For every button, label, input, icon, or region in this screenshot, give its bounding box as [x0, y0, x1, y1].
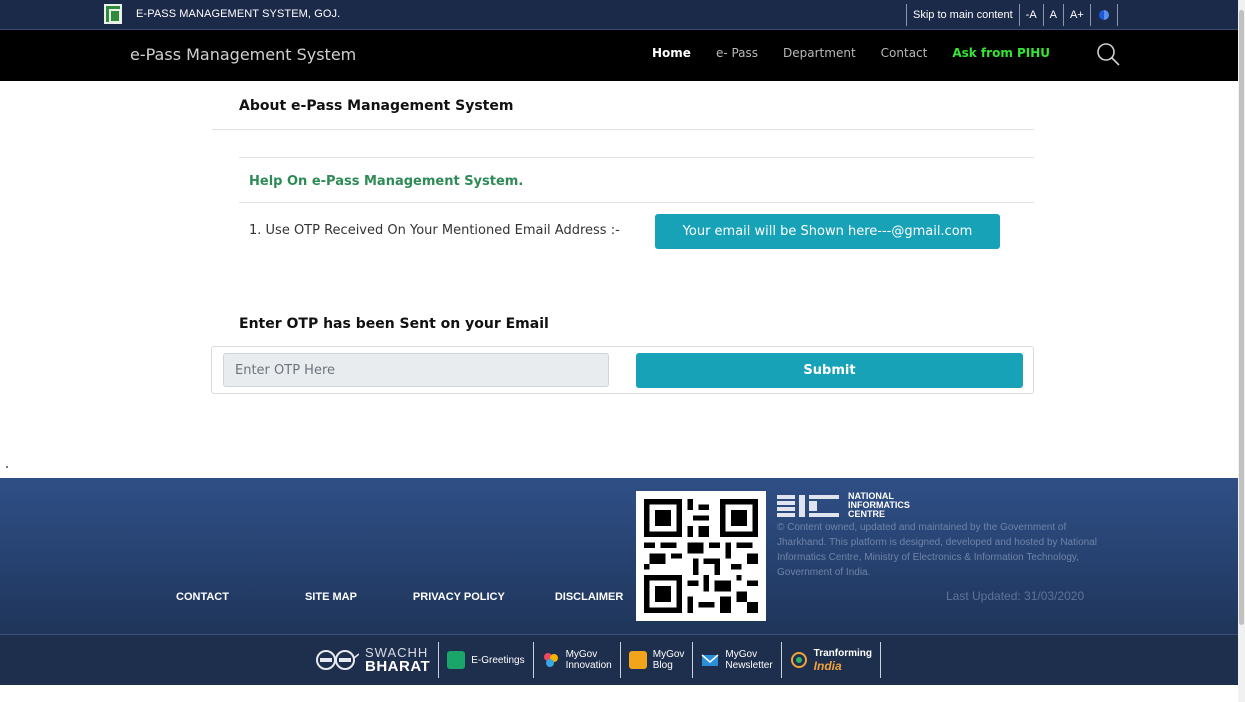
skip-to-main-link[interactable]: Skip to main content [906, 4, 1019, 26]
page-scrollbar[interactable] [1238, 0, 1245, 702]
submit-button[interactable]: Submit [636, 353, 1023, 388]
nav-item-ask-pihu[interactable]: Ask from PIHU [952, 46, 1050, 60]
mygov-innovation-label-1: MyGov [565, 649, 598, 660]
search-icon[interactable] [1096, 42, 1120, 66]
nic-logo-line-3: CENTRE [848, 509, 886, 519]
otp-input[interactable] [223, 353, 609, 387]
nav-item-epass[interactable]: e- Pass [716, 46, 758, 60]
font-decrease-button[interactable]: -A [1018, 4, 1043, 26]
partner-transforming-india[interactable]: Tranforming India [782, 642, 881, 678]
email-display-badge: Your email will be Shown here---@gmail.c… [655, 214, 1000, 249]
stray-dot [6, 466, 8, 468]
partner-mygov-innovation[interactable]: MyGov Innovation [534, 642, 621, 678]
font-increase-button[interactable]: A+ [1063, 4, 1090, 26]
transforming-label-2: forming [834, 647, 872, 659]
qr-code-icon [644, 499, 758, 613]
swachh-glasses-icon [316, 650, 359, 670]
divider [239, 157, 1034, 158]
partner-mygov-newsletter[interactable]: MyGov Newsletter [693, 642, 782, 678]
scrollbar-thumb[interactable] [1239, 10, 1244, 625]
footer-link-contact[interactable]: CONTACT [176, 591, 229, 603]
mygov-newsletter-label-1: MyGov [725, 649, 758, 660]
nav-menu: Home e- Pass Department Contact Ask from… [652, 46, 1050, 60]
otp-instruction: 1. Use OTP Received On Your Mentioned Em… [249, 223, 620, 238]
mygov-blog-icon [628, 651, 647, 669]
egreetings-label: E-Greetings [471, 654, 525, 666]
qr-code [636, 491, 766, 621]
nic-logo: NATIONAL INFORMATICS CENTRE [777, 492, 957, 520]
partner-links: SWACHH BHARAT E-Greetings MyGov Innovati… [307, 642, 881, 678]
mygov-innovation-label-2: Innovation [565, 660, 612, 671]
swachh-label-2: BHARAT [365, 658, 431, 675]
top-strip: E-PASS MANAGEMENT SYSTEM, GOJ. Skip to m… [0, 0, 1238, 30]
nic-logo-line-2: INFORMATICS [848, 500, 910, 510]
otp-heading: Enter OTP has been Sent on your Email [239, 316, 549, 332]
font-normal-button[interactable]: A [1042, 4, 1063, 26]
site-name: E-PASS MANAGEMENT SYSTEM, GOJ. [136, 8, 341, 20]
government-emblem-icon [104, 4, 122, 24]
mygov-innovation-icon [543, 653, 558, 667]
divider [212, 129, 1034, 130]
newsletter-envelope-icon [701, 654, 719, 666]
mygov-blog-label-2: Blog [652, 660, 673, 671]
divider [239, 202, 1034, 203]
footer-link-privacy[interactable]: PRIVACY POLICY [413, 591, 505, 603]
contrast-toggle-button[interactable] [1089, 4, 1118, 26]
footer-link-disclaimer[interactable]: DISCLAIMER [555, 591, 623, 603]
footer-link-sitemap[interactable]: SITE MAP [305, 591, 357, 603]
partner-egreetings[interactable]: E-Greetings [439, 642, 534, 678]
nav-item-home[interactable]: Home [652, 46, 691, 60]
about-heading: About e-Pass Management System [239, 98, 514, 114]
contrast-icon [1098, 10, 1109, 20]
nic-logo-icon [777, 495, 839, 517]
accessibility-tools: Skip to main content -A A A+ [906, 4, 1118, 26]
footer-links: CONTACT SITE MAP PRIVACY POLICY DISCLAIM… [176, 591, 623, 603]
transforming-label-1: Tran [813, 647, 835, 659]
transforming-label-3: India [813, 658, 842, 673]
transforming-india-icon [790, 652, 807, 668]
mygov-blog-label-1: MyGov [652, 649, 685, 660]
main-navbar: e-Pass Management System Home e- Pass De… [0, 30, 1238, 81]
brand-title[interactable]: e-Pass Management System [130, 45, 356, 64]
partner-mygov-blog[interactable]: MyGov Blog [621, 642, 694, 678]
nic-copyright-text: © Content owned, updated and maintained … [777, 522, 1098, 578]
last-updated-text: Last Updated: 31/03/2020 [946, 589, 1085, 603]
mygov-newsletter-label-2: Newsletter [725, 660, 773, 671]
nav-item-department[interactable]: Department [783, 46, 856, 60]
help-heading: Help On e-Pass Management System. [249, 174, 524, 189]
nav-item-contact[interactable]: Contact [881, 46, 928, 60]
nic-logo-line-1: NATIONAL [848, 491, 894, 501]
partner-swachh-bharat[interactable]: SWACHH BHARAT [307, 642, 440, 678]
egreetings-icon [447, 651, 466, 669]
